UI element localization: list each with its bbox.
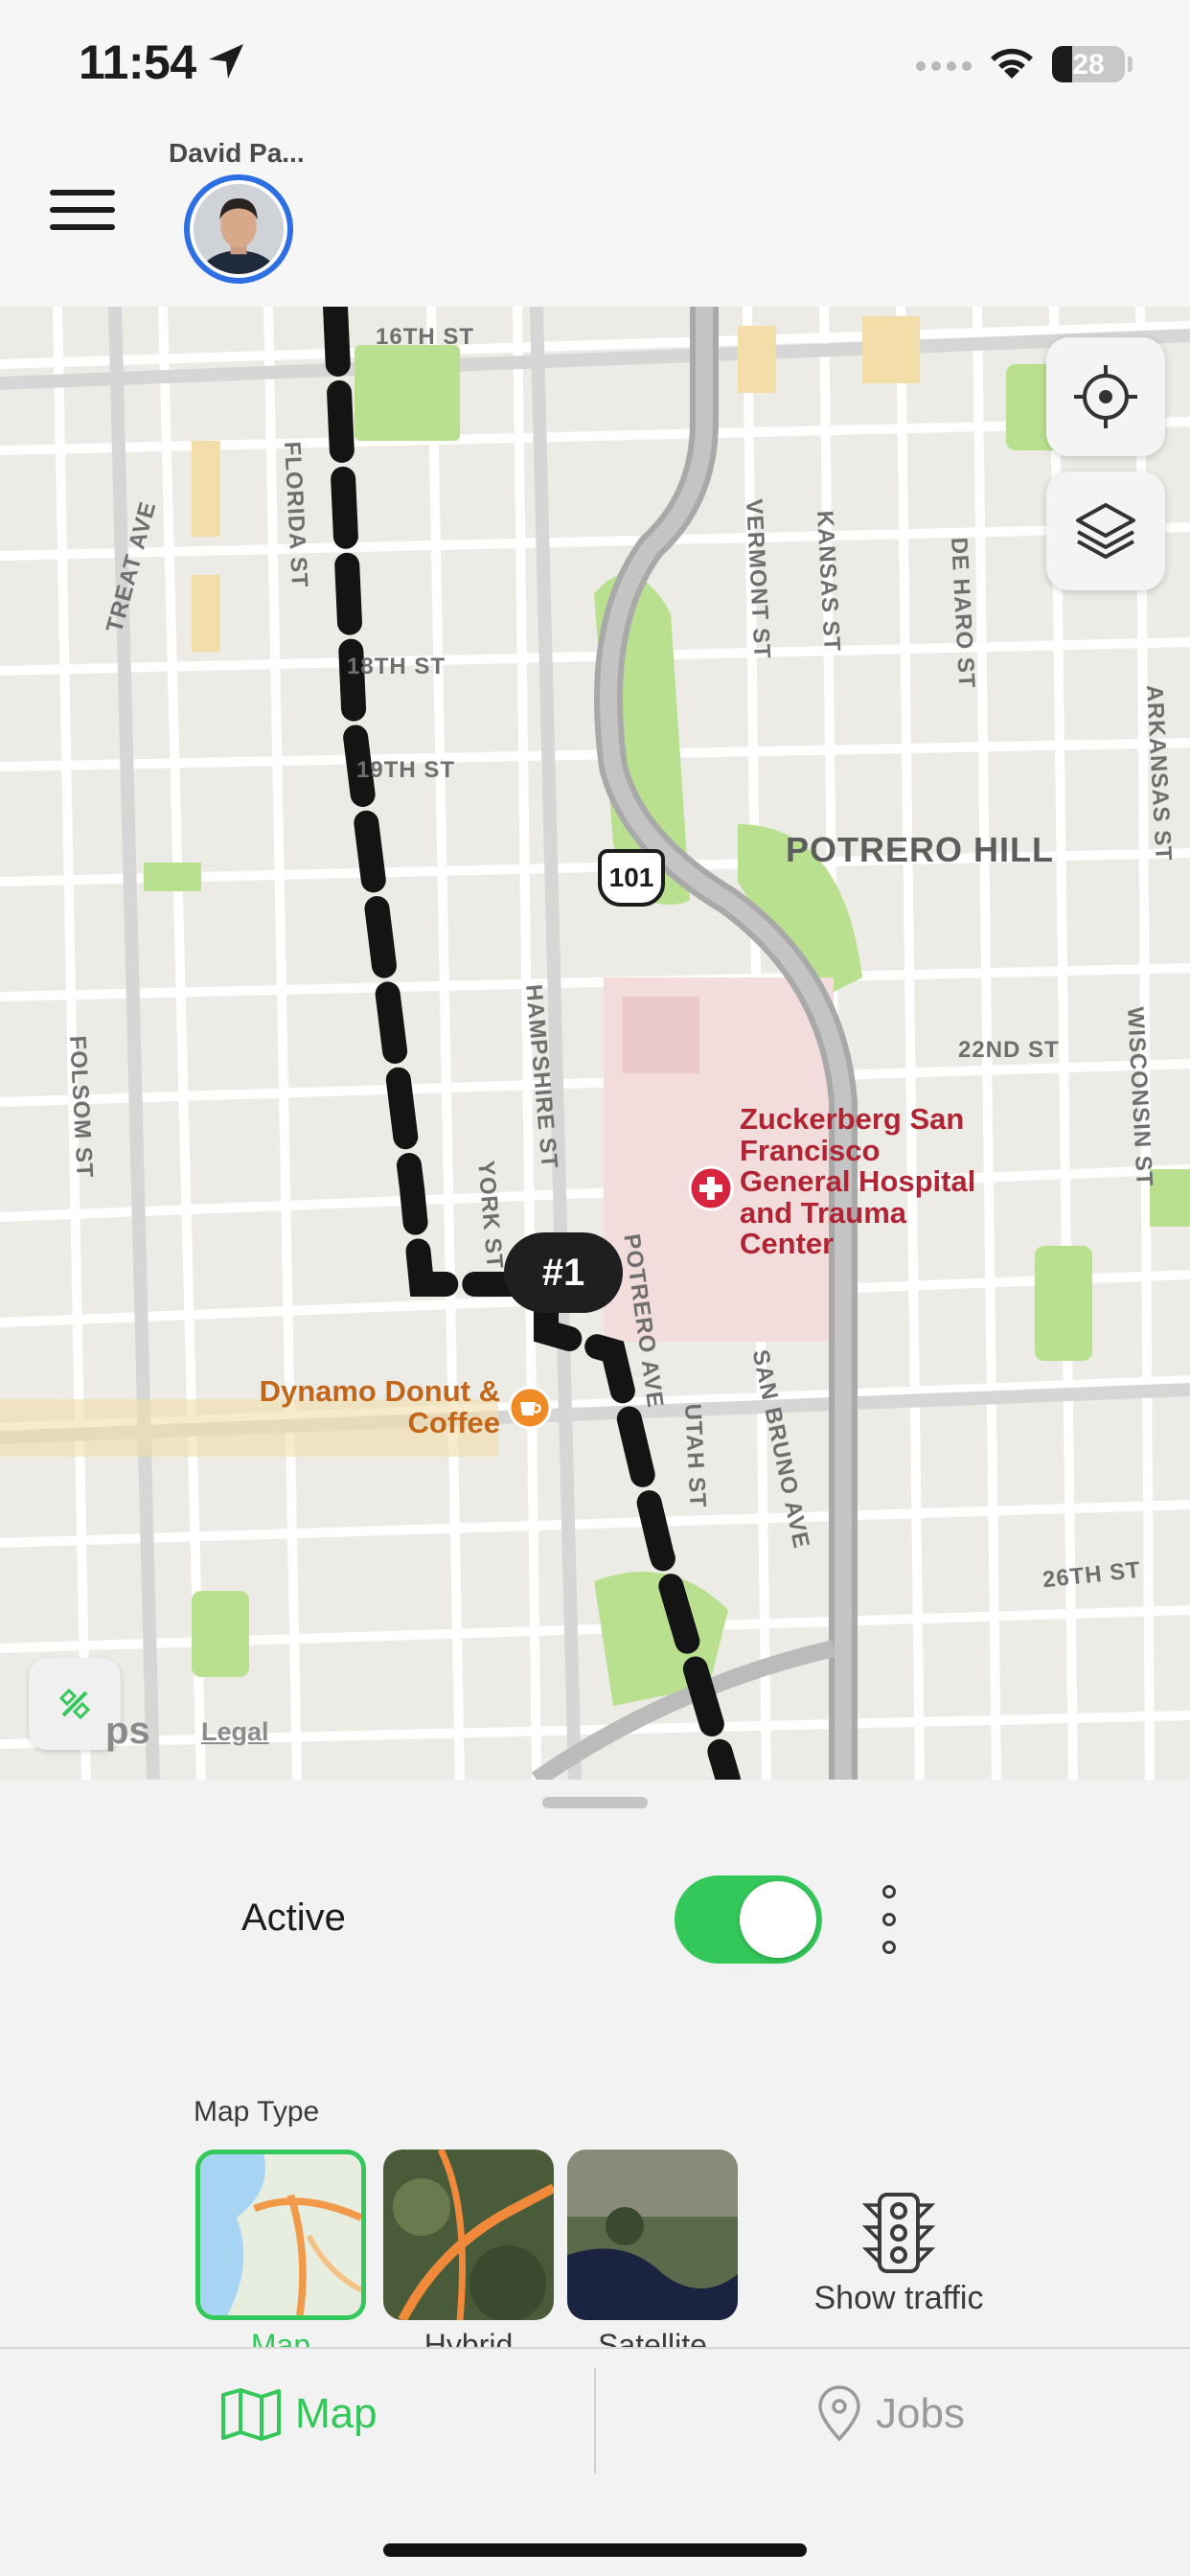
map-type-name: Satellite <box>598 2328 707 2347</box>
neighborhood-label: POTRERO HILL <box>786 830 1054 869</box>
map-type-name: Hybrid <box>423 2328 514 2347</box>
layers-icon <box>1076 503 1135 559</box>
location-pin-icon <box>818 2385 860 2442</box>
street-label: 19TH ST <box>356 757 456 783</box>
avatar[interactable] <box>184 174 293 284</box>
coffee-icon[interactable] <box>508 1386 552 1430</box>
more-options-icon[interactable] <box>874 1885 904 1954</box>
battery-cap <box>1128 57 1133 72</box>
signal-dots-icon <box>916 61 972 71</box>
map-type-name: Map <box>250 2328 311 2347</box>
map-type-label: Map Type <box>194 2096 320 2128</box>
map-icon <box>221 2388 281 2441</box>
tab-jobs-label: Jobs <box>876 2390 965 2437</box>
stop-marker[interactable]: #1 <box>504 1232 623 1313</box>
wifi-icon <box>991 48 1033 79</box>
avatar-photo <box>194 184 284 274</box>
tab-map-label: Map <box>295 2390 378 2437</box>
traffic-light-icon <box>861 2193 936 2273</box>
battery-percent: 28 <box>1072 49 1105 80</box>
show-traffic-button[interactable] <box>807 2192 991 2279</box>
user-name: David Pa... <box>169 138 305 168</box>
tab-bar: Map Jobs <box>0 2347 1190 2576</box>
status-time: 11:54 <box>79 35 196 89</box>
home-indicator[interactable] <box>383 2543 807 2557</box>
hospital-poi-label[interactable]: Zuckerberg San Francisco General Hospita… <box>740 1103 989 1260</box>
map-view[interactable]: 16TH ST FLORIDA ST TREAT AVE 18TH ST 19T… <box>0 307 1190 1780</box>
locate-me-button[interactable] <box>1046 337 1165 456</box>
app-header: David Pa... <box>0 125 1190 307</box>
hybrid-map-thumbnail <box>383 2150 554 2320</box>
map-layers-button[interactable] <box>1046 472 1165 590</box>
hospital-icon[interactable] <box>688 1165 734 1211</box>
cafe-poi-label[interactable]: Dynamo Donut & Coffee <box>240 1375 500 1438</box>
tab-jobs[interactable]: Jobs <box>816 2376 965 2452</box>
location-arrow-icon <box>209 44 243 79</box>
highway-shield: 101 <box>598 849 665 907</box>
active-label: Active <box>241 1897 346 1939</box>
status-bar: 11:54 28 <box>0 0 1190 125</box>
sheet-grabber[interactable] <box>542 1797 648 1808</box>
street-label: UTAH ST <box>679 1403 711 1509</box>
map-type-map-option[interactable] <box>195 2150 366 2320</box>
tab-map[interactable]: Map <box>220 2376 378 2452</box>
tab-divider <box>594 2368 596 2473</box>
active-toggle[interactable] <box>675 1875 822 1964</box>
bottom-sheet: Active Map Type Map Hybrid Satellite Sho… <box>0 1780 1190 2347</box>
street-label: 18TH ST <box>347 654 446 679</box>
standard-map-thumbnail <box>200 2154 361 2315</box>
satellite-map-thumbnail <box>567 2150 738 2320</box>
battery-icon: 28 <box>1052 46 1125 82</box>
legal-link[interactable]: Legal <box>201 1717 269 1747</box>
map-type-satellite-option[interactable] <box>567 2150 738 2320</box>
maps-brand: ps <box>105 1710 150 1752</box>
map-type-hybrid-option[interactable] <box>383 2150 554 2320</box>
crosshair-icon <box>1074 365 1137 428</box>
show-traffic-label[interactable]: Show traffic <box>784 2280 1014 2317</box>
hamburger-icon[interactable] <box>50 190 115 236</box>
satellite-dish-icon <box>58 1688 91 1720</box>
street-label: 16TH ST <box>376 324 475 350</box>
street-label: 22ND ST <box>958 1037 1060 1063</box>
